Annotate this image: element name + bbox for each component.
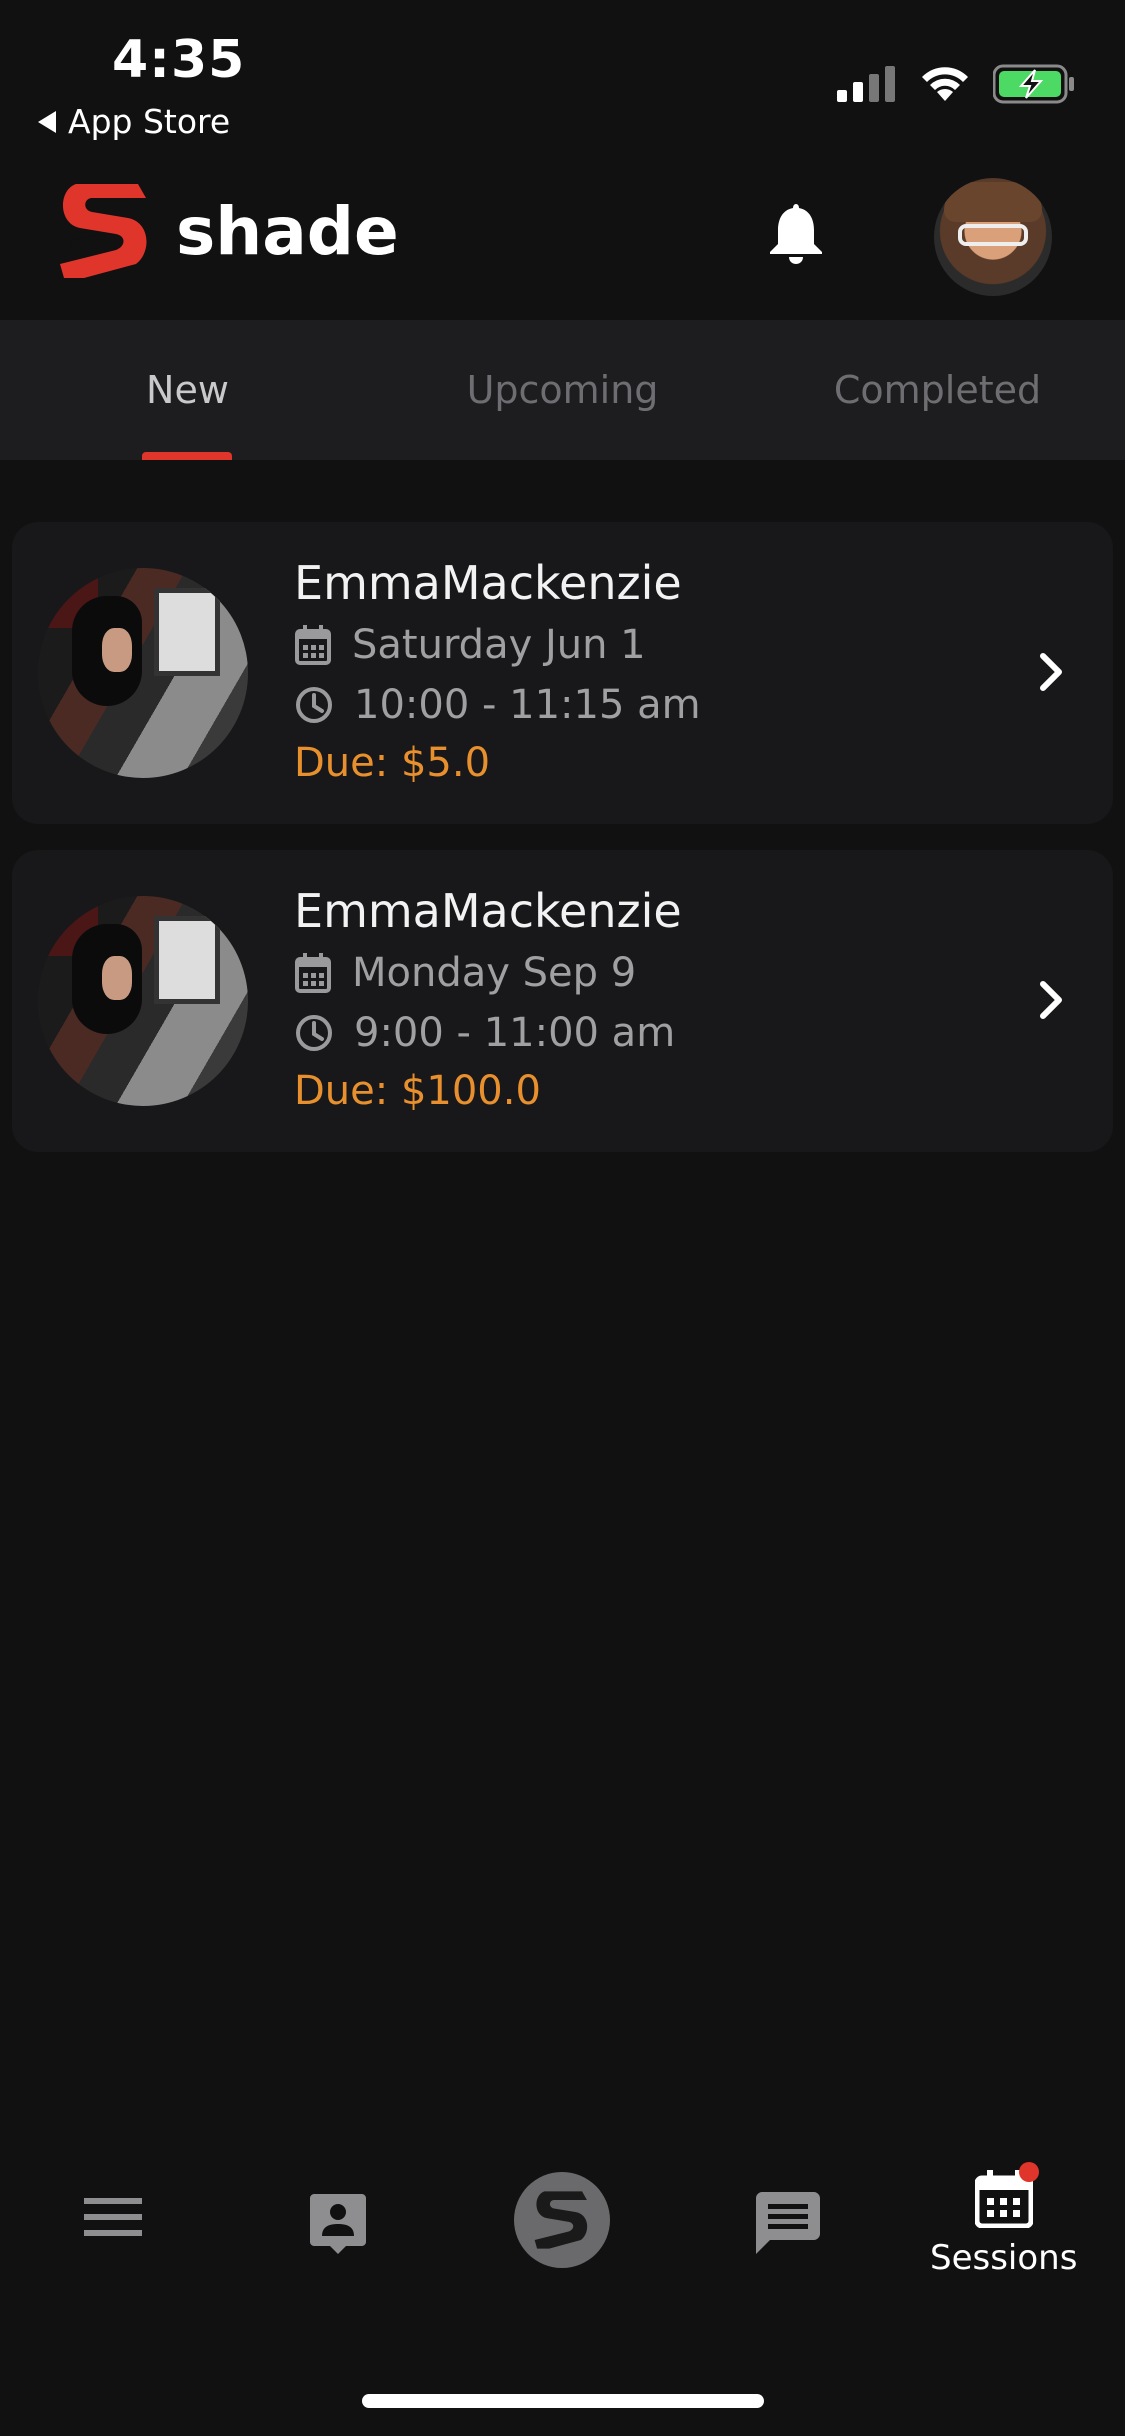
active-tab-indicator xyxy=(142,452,232,460)
menu-icon xyxy=(84,2198,142,2236)
tab-completed-label: Completed xyxy=(833,368,1042,412)
session-time: 10:00 - 11:15 am xyxy=(354,682,701,728)
nav-home[interactable] xyxy=(514,2172,610,2268)
amount-due: Due: $100.0 xyxy=(294,1068,541,1114)
client-name: EmmaMackenzie xyxy=(294,884,682,938)
battery-charging-icon xyxy=(993,64,1074,104)
artist-photo xyxy=(38,568,248,778)
wifi-icon xyxy=(922,67,968,101)
amount-due: Due: $5.0 xyxy=(294,740,491,786)
bottom-nav: Sessions xyxy=(0,2150,1125,2310)
bell-icon xyxy=(770,204,822,264)
tab-upcoming-label: Upcoming xyxy=(466,368,659,412)
tab-upcoming[interactable]: Upcoming xyxy=(375,320,750,460)
session-list: EmmaMackenzie Saturday Jun 1 10:00 - 11:… xyxy=(12,522,1113,1178)
tab-completed[interactable]: Completed xyxy=(750,320,1125,460)
calendar-icon xyxy=(295,625,331,665)
session-time: 9:00 - 11:00 am xyxy=(354,1010,676,1056)
session-card[interactable]: EmmaMackenzie Saturday Jun 1 10:00 - 11:… xyxy=(12,522,1113,824)
nav-messages[interactable] xyxy=(756,2192,820,2254)
session-time-row: 9:00 - 11:00 am xyxy=(294,1010,675,1056)
clock-icon xyxy=(296,687,332,723)
nav-contacts[interactable] xyxy=(310,2192,366,2254)
nav-sessions[interactable]: Sessions xyxy=(930,2162,1078,2278)
home-indicator[interactable] xyxy=(362,2394,764,2408)
avatar-glasses xyxy=(958,224,1028,246)
shade-logo[interactable]: shade xyxy=(56,180,399,282)
sessions-icon-wrap xyxy=(974,2162,1039,2232)
signal-icon xyxy=(837,66,895,102)
chat-icon xyxy=(756,2192,820,2254)
chevron-right-icon xyxy=(1040,653,1062,691)
session-time-row: 10:00 - 11:15 am xyxy=(294,682,701,728)
app-header: shade xyxy=(0,170,1125,320)
session-date-row: Saturday Jun 1 xyxy=(294,622,646,668)
chevron-right-icon xyxy=(1040,981,1062,1019)
nav-sessions-label: Sessions xyxy=(930,2238,1078,2278)
status-time: 4:35 xyxy=(112,30,246,90)
artist-photo xyxy=(38,896,248,1106)
session-date-row: Monday Sep 9 xyxy=(294,950,636,996)
status-icons xyxy=(837,64,1075,104)
notification-badge xyxy=(1018,2162,1039,2182)
shade-logo-icon xyxy=(60,184,147,278)
session-date: Monday Sep 9 xyxy=(352,950,637,996)
app-name: shade xyxy=(176,192,399,270)
clock-icon xyxy=(296,1015,332,1051)
back-label: App Store xyxy=(68,102,231,141)
contact-card-icon xyxy=(310,2194,366,2254)
avatar-hair xyxy=(944,182,1042,222)
session-date: Saturday Jun 1 xyxy=(352,622,646,668)
tab-new[interactable]: New xyxy=(0,320,375,460)
nav-menu[interactable] xyxy=(84,2196,142,2238)
session-card[interactable]: EmmaMackenzie Monday Sep 9 9:00 - 11:00 … xyxy=(12,850,1113,1152)
profile-avatar[interactable] xyxy=(934,178,1052,296)
calendar-icon xyxy=(295,953,331,993)
tab-new-label: New xyxy=(146,368,229,412)
shade-home-icon xyxy=(534,2191,588,2249)
notifications-button[interactable] xyxy=(768,200,824,268)
client-name: EmmaMackenzie xyxy=(294,556,682,610)
back-to-app-store[interactable]: App Store xyxy=(38,102,230,141)
session-tabs: New Upcoming Completed xyxy=(0,320,1125,460)
back-triangle-icon xyxy=(38,110,56,133)
